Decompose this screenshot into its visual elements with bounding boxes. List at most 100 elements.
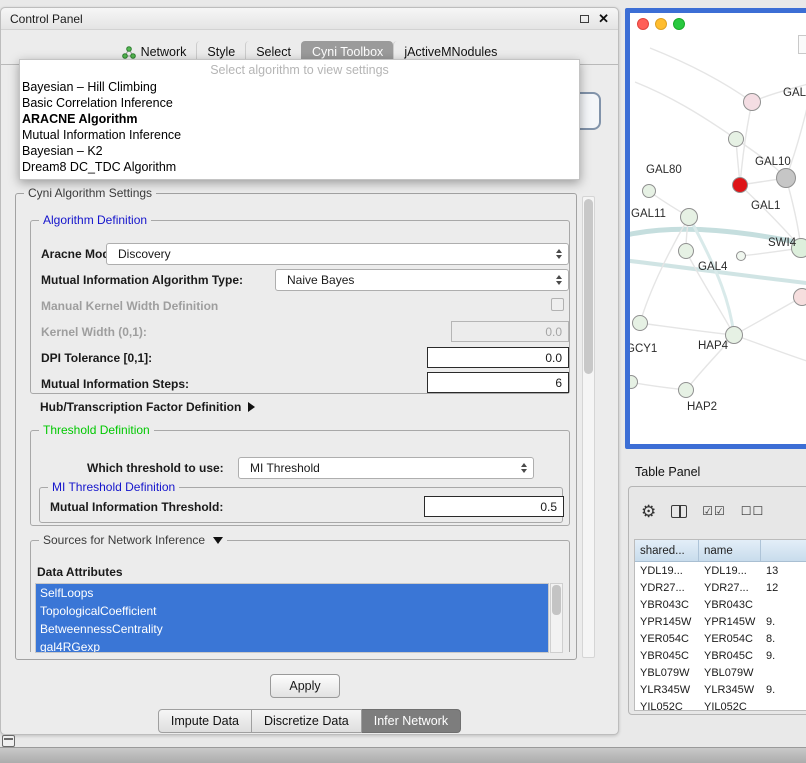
deselect-all-icon[interactable]: ☐☐ <box>741 504 765 518</box>
control-panel-title: Control Panel <box>10 12 83 26</box>
column-header[interactable]: name <box>699 540 761 561</box>
network-node-label: GAL11 <box>631 208 666 220</box>
apply-button[interactable]: Apply <box>270 674 340 698</box>
network-node[interactable] <box>678 243 694 259</box>
column-header[interactable]: shared... <box>635 540 699 561</box>
control-panel-titlebar: Control Panel ✕ <box>1 8 618 30</box>
attribute-item[interactable]: BetweennessCentrality <box>36 620 548 638</box>
table-row[interactable]: YIL052CYIL052C <box>635 698 806 711</box>
table-row[interactable]: YPR145WYPR145W9. <box>635 613 806 630</box>
algorithm-option[interactable]: ARACNE Algorithm <box>20 111 579 127</box>
stepper-icon <box>556 275 562 285</box>
table-cell: YDR27... <box>699 579 761 596</box>
network-canvas[interactable]: GAL8GAL80GAL10GAL11GAL1SWI4GAL4GCY1HAP4H… <box>630 34 806 444</box>
algorithm-definition-group: Algorithm Definition Aracne Mode: Discov… <box>30 220 570 394</box>
aracne-mode-value: Discovery <box>118 247 171 261</box>
close-panel-icon[interactable]: ✕ <box>598 12 609 25</box>
mi-steps-field[interactable]: 6 <box>427 372 569 393</box>
network-node[interactable] <box>642 184 656 198</box>
network-node[interactable] <box>680 208 698 226</box>
table-row[interactable]: YBL079WYBL079W <box>635 664 806 681</box>
table-row[interactable]: YLR345WYLR345W9. <box>635 681 806 698</box>
algorithm-option[interactable]: Basic Correlation Inference <box>20 95 579 111</box>
table-cell: YBR045C <box>635 647 699 664</box>
attribute-item[interactable]: gal4RGexp <box>36 638 548 653</box>
hub-transcription-factor-section[interactable]: Hub/Transcription Factor Definition <box>40 400 255 414</box>
table-cell: YLR345W <box>699 681 761 698</box>
kernel-width-label: Kernel Width (0,1): <box>41 325 147 339</box>
table-cell: YBL079W <box>699 664 761 681</box>
manual-kernel-width-checkbox[interactable] <box>551 298 564 311</box>
table-cell <box>761 664 806 681</box>
which-threshold-select[interactable]: MI Threshold <box>238 457 534 479</box>
network-node[interactable] <box>678 382 694 398</box>
table-cell: 13 <box>761 562 806 579</box>
select-all-icon[interactable]: ☑☑ <box>702 504 726 518</box>
which-threshold-label: Which threshold to use: <box>87 461 224 475</box>
network-node-label: GAL8 <box>783 87 806 99</box>
network-node[interactable] <box>732 177 748 193</box>
network-node-label: GCY1 <box>630 343 657 355</box>
mi-algorithm-type-label: Mutual Information Algorithm Type: <box>41 273 243 287</box>
network-window-titlebar <box>630 13 806 34</box>
table-panel-title: Table Panel <box>635 465 700 479</box>
table-row[interactable]: YDL19...YDL19...13 <box>635 562 806 579</box>
data-attributes-list[interactable]: SelfLoopsTopologicalCoefficientBetweenne… <box>35 583 549 653</box>
network-node[interactable] <box>776 168 796 188</box>
threshold-definition-title: Threshold Definition <box>39 423 154 437</box>
mi-steps-value: 6 <box>555 376 562 390</box>
minimized-panel-icon[interactable] <box>2 735 15 747</box>
hub-section-label: Hub/Transcription Factor Definition <box>40 400 241 414</box>
tab-impute-data[interactable]: Impute Data <box>158 709 252 733</box>
algorithm-option[interactable]: Bayesian – K2 <box>20 143 579 159</box>
network-node-label: GAL4 <box>698 261 727 273</box>
table-row[interactable]: YDR27...YDR27...12 <box>635 579 806 596</box>
algorithm-dropdown-list: Bayesian – Hill ClimbingBasic Correlatio… <box>20 79 579 175</box>
attributes-scrollbar[interactable] <box>550 583 563 653</box>
algorithm-option[interactable]: Mutual Information Inference <box>20 127 579 143</box>
table-cell: YPR145W <box>699 613 761 630</box>
table-cell: YER054C <box>635 630 699 647</box>
mi-threshold-label: Mutual Information Threshold: <box>50 500 223 514</box>
table-cell: YBR043C <box>635 596 699 613</box>
algorithm-option[interactable]: Dream8 DC_TDC Algorithm <box>20 159 579 175</box>
table-row[interactable]: YBR043CYBR043C <box>635 596 806 613</box>
tab-discretize-data[interactable]: Discretize Data <box>252 709 362 733</box>
mi-algorithm-type-select[interactable]: Naive Bayes <box>275 269 569 291</box>
dpi-tolerance-field[interactable]: 0.0 <box>427 347 569 368</box>
float-window-icon[interactable] <box>580 15 589 23</box>
table-cell: YPR145W <box>635 613 699 630</box>
network-node[interactable] <box>743 93 761 111</box>
tab-infer-network[interactable]: Infer Network <box>362 709 461 733</box>
columns-icon[interactable] <box>671 505 687 518</box>
settings-scrollbar[interactable] <box>582 196 595 658</box>
stepper-icon <box>556 249 562 259</box>
table-row[interactable]: YBR045CYBR045C9. <box>635 647 806 664</box>
table-body: YDL19...YDL19...13YDR27...YDR27...12YBR0… <box>635 562 806 711</box>
gear-icon[interactable]: ⚙ <box>641 503 656 520</box>
network-node[interactable] <box>736 251 746 261</box>
algorithm-definition-title: Algorithm Definition <box>39 213 151 227</box>
network-node[interactable] <box>793 288 806 306</box>
mi-threshold-field[interactable]: 0.5 <box>424 496 564 517</box>
close-traffic-light-icon[interactable] <box>637 18 649 30</box>
dpi-tolerance-value: 0.0 <box>545 351 562 365</box>
aracne-mode-select[interactable]: Discovery <box>106 243 569 265</box>
network-node-label: GAL1 <box>751 200 780 212</box>
zoom-traffic-light-icon[interactable] <box>673 18 685 30</box>
column-header[interactable] <box>761 540 806 561</box>
settings-group-title: Cyni Algorithm Settings <box>24 186 156 200</box>
network-node[interactable] <box>632 315 648 331</box>
network-scrollbar[interactable] <box>798 35 806 54</box>
table-cell: 9. <box>761 613 806 630</box>
network-node[interactable] <box>728 131 744 147</box>
attribute-item[interactable]: SelfLoops <box>36 584 548 602</box>
algorithm-option[interactable]: Bayesian – Hill Climbing <box>20 79 579 95</box>
table-cell: YDR27... <box>635 579 699 596</box>
network-node-label: GAL80 <box>646 164 682 176</box>
table-row[interactable]: YER054CYER054C8. <box>635 630 806 647</box>
minimize-traffic-light-icon[interactable] <box>655 18 667 30</box>
attribute-item[interactable]: TopologicalCoefficient <box>36 602 548 620</box>
sources-title-label: Sources for Network Inference <box>43 533 205 547</box>
sources-title[interactable]: Sources for Network Inference <box>39 533 227 547</box>
